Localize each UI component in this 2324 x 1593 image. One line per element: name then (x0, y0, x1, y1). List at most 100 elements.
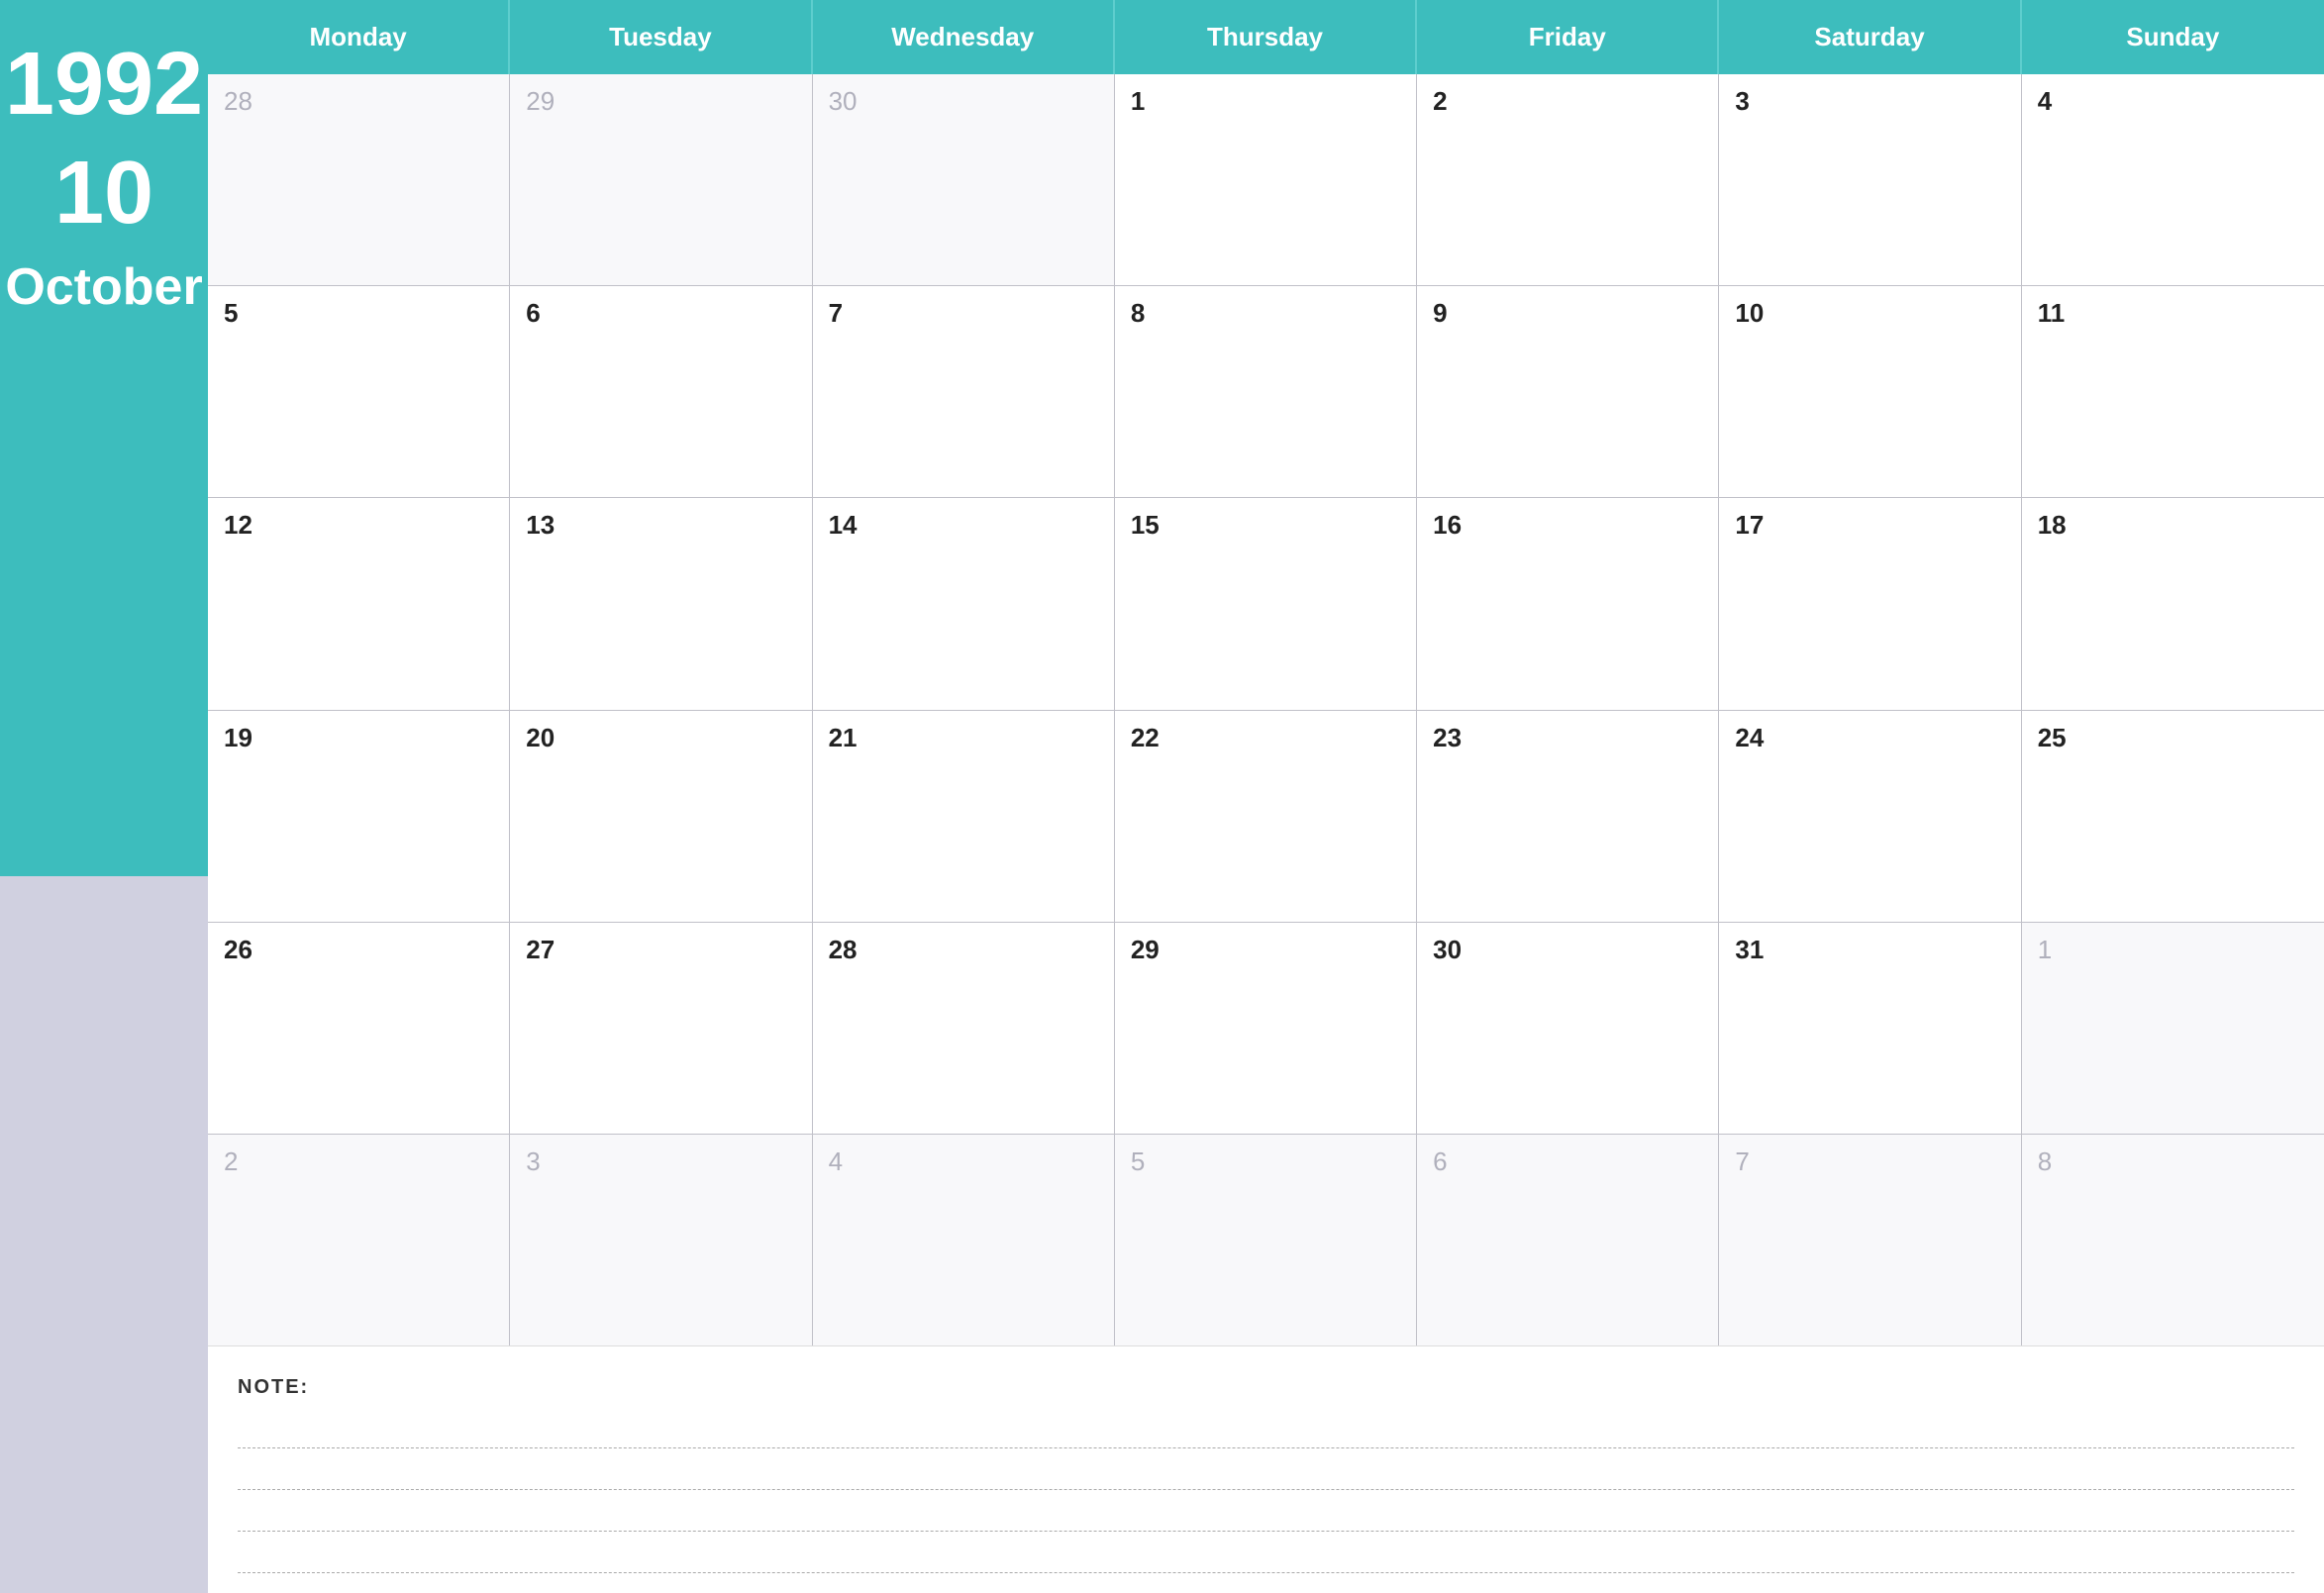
week-row-3: 19 20 21 22 23 24 25 (208, 711, 2324, 923)
day-cell[interactable]: 1 (2022, 923, 2324, 1134)
day-number: 2 (1433, 86, 1702, 117)
day-cell[interactable]: 6 (510, 286, 812, 497)
sidebar: 1992 10 October (0, 0, 208, 1593)
day-number: 19 (224, 723, 493, 753)
day-number: 15 (1131, 510, 1400, 541)
day-number: 7 (1735, 1146, 2004, 1177)
year-display: 1992 (5, 40, 203, 129)
day-number: 30 (829, 86, 1098, 117)
day-number: 3 (1735, 86, 2004, 117)
day-number: 29 (1131, 935, 1400, 965)
day-number: 27 (526, 935, 795, 965)
day-number: 16 (1433, 510, 1702, 541)
week-row-0: 28 29 30 1 2 3 4 (208, 74, 2324, 286)
day-number: 2 (224, 1146, 493, 1177)
day-cell[interactable]: 7 (813, 286, 1115, 497)
notes-line (238, 1490, 2294, 1532)
day-cell[interactable]: 29 (1115, 923, 1417, 1134)
day-cell[interactable]: 29 (510, 74, 812, 285)
day-cell[interactable]: 3 (510, 1135, 812, 1345)
day-cell[interactable]: 8 (2022, 1135, 2324, 1345)
day-cell[interactable]: 17 (1719, 498, 2021, 709)
day-cell[interactable]: 23 (1417, 711, 1719, 922)
days-grid: 2829301234567891011121314151617181920212… (208, 74, 2324, 1345)
notes-section: NOTE: (208, 1345, 2324, 1593)
day-cell[interactable]: 9 (1417, 286, 1719, 497)
day-cell[interactable]: 22 (1115, 711, 1417, 922)
day-number: 6 (526, 298, 795, 329)
day-number: 28 (829, 935, 1098, 965)
day-cell[interactable]: 30 (1417, 923, 1719, 1134)
day-cell[interactable]: 26 (208, 923, 510, 1134)
week-row-4: 26 27 28 29 30 31 1 (208, 923, 2324, 1135)
header-day-monday: Monday (208, 0, 510, 74)
day-number: 9 (1433, 298, 1702, 329)
day-cell[interactable]: 21 (813, 711, 1115, 922)
header-day-friday: Friday (1417, 0, 1719, 74)
month-name-display: October (5, 257, 202, 317)
header-day-wednesday: Wednesday (813, 0, 1115, 74)
day-number: 6 (1433, 1146, 1702, 1177)
notes-line (238, 1448, 2294, 1490)
day-number: 21 (829, 723, 1098, 753)
day-cell[interactable]: 5 (1115, 1135, 1417, 1345)
day-number: 24 (1735, 723, 2004, 753)
day-number: 29 (526, 86, 795, 117)
day-cell[interactable]: 13 (510, 498, 812, 709)
day-cell[interactable]: 27 (510, 923, 812, 1134)
day-cell[interactable]: 31 (1719, 923, 2021, 1134)
day-cell[interactable]: 18 (2022, 498, 2324, 709)
day-cell[interactable]: 24 (1719, 711, 2021, 922)
notes-label: NOTE: (238, 1376, 2294, 1399)
day-number: 26 (224, 935, 493, 965)
day-cell[interactable]: 3 (1719, 74, 2021, 285)
day-cell[interactable]: 8 (1115, 286, 1417, 497)
day-number: 12 (224, 510, 493, 541)
day-cell[interactable]: 12 (208, 498, 510, 709)
day-cell[interactable]: 6 (1417, 1135, 1719, 1345)
day-cell[interactable]: 10 (1719, 286, 2021, 497)
day-number: 5 (1131, 1146, 1400, 1177)
day-cell[interactable]: 20 (510, 711, 812, 922)
day-number: 3 (526, 1146, 795, 1177)
notes-lines (238, 1407, 2294, 1573)
header-day-saturday: Saturday (1719, 0, 2021, 74)
day-number: 4 (829, 1146, 1098, 1177)
day-number: 23 (1433, 723, 1702, 753)
day-number: 22 (1131, 723, 1400, 753)
day-number: 13 (526, 510, 795, 541)
day-number: 11 (2038, 298, 2308, 329)
day-number: 8 (1131, 298, 1400, 329)
day-cell[interactable]: 19 (208, 711, 510, 922)
month-number-display: 10 (54, 149, 153, 238)
day-number: 28 (224, 86, 493, 117)
day-cell[interactable]: 28 (208, 74, 510, 285)
day-cell[interactable]: 4 (2022, 74, 2324, 285)
day-cell[interactable]: 2 (1417, 74, 1719, 285)
day-number: 1 (2038, 935, 2308, 965)
week-row-1: 56 7 8 9 10 11 (208, 286, 2324, 498)
header-day-sunday: Sunday (2022, 0, 2324, 74)
day-number: 20 (526, 723, 795, 753)
day-cell[interactable]: 1 (1115, 74, 1417, 285)
day-cell[interactable]: 14 (813, 498, 1115, 709)
day-number: 18 (2038, 510, 2308, 541)
day-number: 7 (829, 298, 1098, 329)
header-row: MondayTuesdayWednesdayThursdayFridaySatu… (208, 0, 2324, 74)
day-cell[interactable]: 4 (813, 1135, 1115, 1345)
day-number: 4 (2038, 86, 2308, 117)
day-cell[interactable]: 28 (813, 923, 1115, 1134)
day-cell[interactable]: 30 (813, 74, 1115, 285)
day-cell[interactable]: 25 (2022, 711, 2324, 922)
day-cell[interactable]: 5 (208, 286, 510, 497)
day-cell[interactable]: 15 (1115, 498, 1417, 709)
day-cell[interactable]: 2 (208, 1135, 510, 1345)
day-cell[interactable]: 16 (1417, 498, 1719, 709)
header-day-tuesday: Tuesday (510, 0, 812, 74)
day-number: 10 (1735, 298, 2004, 329)
day-cell[interactable]: 11 (2022, 286, 2324, 497)
day-number: 1 (1131, 86, 1400, 117)
day-number: 30 (1433, 935, 1702, 965)
day-number: 25 (2038, 723, 2308, 753)
day-cell[interactable]: 7 (1719, 1135, 2021, 1345)
